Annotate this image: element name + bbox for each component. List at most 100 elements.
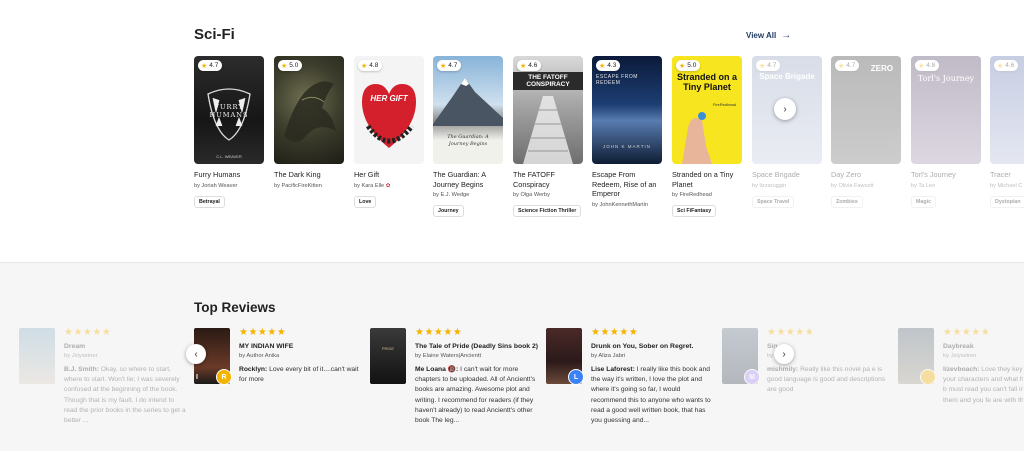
genre-tag[interactable]: Zombies — [831, 195, 863, 208]
book-card[interactable]: ★ 4.6 Tracer by Michael C Dystopian — [990, 56, 1024, 208]
hand-illustration — [682, 112, 712, 164]
genre-tag[interactable]: Space Travel — [752, 195, 795, 208]
book-card[interactable]: ★ 4.3 ESCAPE FROM REDEEM JOHN K MARTIN Es… — [592, 56, 662, 209]
review-text: Lise Laforest: I really like this book a… — [591, 366, 711, 425]
book-cover[interactable]: ★ 4.7 ZERO — [831, 56, 901, 164]
book-title[interactable]: The Dark King — [274, 170, 344, 180]
section-title: Sci-Fi — [194, 26, 235, 43]
book-title[interactable]: Day Zero — [831, 170, 901, 180]
book-author[interactable]: by PacificFireKitten — [274, 183, 344, 190]
book-title[interactable]: The Guardian: A Journey Begins — [433, 170, 503, 189]
review-book-author[interactable]: by Jxiyseiner — [943, 353, 1023, 359]
book-title[interactable]: Stranded on a Tiny Planet — [672, 170, 742, 189]
review-book-title[interactable]: The Tale of Pride (Deadly Sins book 2) — [415, 342, 540, 351]
book-cover[interactable]: ★ 4.6 — [990, 56, 1024, 164]
heart-illustration — [362, 84, 416, 148]
book-title[interactable]: Her Gift — [354, 170, 424, 180]
rating-badge: ★ 4.8 — [915, 60, 940, 71]
genre-tag[interactable]: Dystopian — [990, 195, 1024, 208]
view-all-link[interactable]: View All → — [746, 30, 791, 41]
book-cover[interactable]: ★ 5.0 Stranded on a Tiny Planet FireRedhe… — [672, 56, 742, 164]
review-body: ★★★★★ Drunk on You, Sober on Regret. by … — [591, 327, 716, 426]
book-author[interactable]: by lizzaruggin — [752, 183, 822, 190]
book-author[interactable]: by Joriah Weaver — [194, 183, 264, 190]
book-cover[interactable]: ★ 4.7 The Guardian: A Journey Begins — [433, 56, 503, 164]
book-card[interactable]: ★ 5.0 The Dark King by PacificFireKitten — [274, 56, 344, 190]
rating-badge: ★ 4.3 — [596, 60, 621, 71]
book-card[interactable]: ★ 4.7 The Guardian: A Journey Begins The … — [433, 56, 503, 217]
star-icon: ★ — [759, 62, 766, 70]
book-author[interactable]: by Michael C — [990, 183, 1024, 190]
book-card[interactable]: ★ 4.7 ZERO Day Zero by Olivia Fawcett Zom… — [831, 56, 901, 208]
review-text: mishmily: Really like this novel pa e is… — [767, 366, 886, 394]
book-author[interactable]: by JohnKennethMartin — [592, 202, 662, 209]
genre-tag[interactable]: Love — [354, 195, 377, 208]
star-rating: ★★★★★ — [239, 327, 287, 338]
review-book-title[interactable]: Drunk on You, Sober on Regret. — [591, 342, 716, 351]
review-book-author[interactable]: by Author Anika — [239, 353, 364, 359]
star-rating: ★★★★★ — [943, 327, 991, 338]
review-book-title[interactable]: MY INDIAN WIFE — [239, 342, 364, 351]
review-book-cover[interactable]: PRIDE — [370, 328, 406, 384]
review-text: Rocklyn: Love every bit of it....can't w… — [239, 366, 359, 384]
genre-tag[interactable]: Journey — [433, 205, 464, 217]
book-cover[interactable]: ★ 4.7 FURRY HUMANS C.L. WEAVER — [194, 56, 264, 164]
carousel-prev-button[interactable]: ‹ — [186, 344, 206, 364]
carousel-next-button[interactable]: › — [774, 98, 796, 120]
book-cover[interactable]: ★ 4.3 ESCAPE FROM REDEEM JOHN K MARTIN — [592, 56, 662, 164]
star-rating: ★★★★★ — [415, 327, 463, 338]
book-card[interactable]: ★ 4.7 Space Brigade Space Brigade by lizz… — [752, 56, 822, 208]
genre-tag[interactable]: Science Fiction Thriller — [513, 205, 582, 217]
star-icon: ★ — [918, 62, 925, 70]
reviewer-avatar[interactable]: L — [568, 369, 584, 385]
book-author[interactable]: by Olivia Fawcett — [831, 183, 901, 190]
carousel-next-button[interactable]: › — [774, 344, 794, 364]
book-author[interactable]: by Kara Elle ✿ — [354, 183, 424, 190]
review-book-author[interactable]: by Aliza Jabri — [591, 353, 716, 359]
genre-tag[interactable]: Magic — [911, 195, 937, 208]
book-title[interactable]: The FATOFF Conspiracy — [513, 170, 583, 189]
review-body: ★★★★★ The Tale of Pride (Deadly Sins boo… — [415, 327, 540, 426]
review-book-cover[interactable] — [19, 328, 55, 384]
review-book-title[interactable]: Daybreak — [943, 342, 1023, 351]
chevron-left-icon: ‹ — [194, 348, 198, 360]
book-card[interactable]: ★ 5.0 Stranded on a Tiny Planet FireRedhe… — [672, 56, 742, 217]
view-all-label: View All — [746, 31, 777, 40]
star-rating: ★★★★★ — [64, 327, 112, 338]
tape-measure-illustration — [523, 96, 573, 164]
review-body: ★★★★★ MY INDIAN WIFE by Author Anika Roc… — [239, 327, 364, 385]
book-author[interactable]: by E.J. Wedge — [433, 192, 503, 199]
book-card[interactable]: ★ 4.6 THE FATOFF CONSPIRACY The FATOFF Co… — [513, 56, 583, 217]
book-card[interactable]: ★ 4.8 HER GIFT Her Gift by Kara Elle ✿ Lo… — [354, 56, 424, 208]
book-cover[interactable]: ★ 4.8 HER GIFT — [354, 56, 424, 164]
star-rating: ★★★★★ — [767, 327, 815, 338]
book-cover[interactable]: ★ 5.0 — [274, 56, 344, 164]
book-card[interactable]: ★ 4.7 FURRY HUMANS C.L. WEAVER Furry Huma… — [194, 56, 264, 208]
genre-tag[interactable]: Sci FiFantasy — [672, 205, 717, 217]
reviewer-avatar[interactable] — [920, 369, 936, 385]
review-text: B.J. Smith: Okay, so where to start, whe… — [64, 366, 186, 425]
review-body: ★★★★★ Daybreak by Jxiyseiner lizevboach:… — [943, 327, 1023, 406]
star-icon: ★ — [997, 62, 1004, 70]
book-title[interactable]: Space Brigade — [752, 170, 822, 180]
reviewer-avatar[interactable]: M — [744, 369, 760, 385]
chevron-right-icon: › — [782, 348, 786, 360]
reviewer-avatar[interactable]: R — [216, 369, 232, 385]
review-body: ★★★★★ Dream by Jxiyseiner B.J. Smith: Ok… — [64, 327, 189, 426]
book-title[interactable]: Tracer — [990, 170, 1024, 180]
book-card[interactable]: ★ 4.8 Torl's Journey Torl's Journey by Ta… — [911, 56, 981, 208]
book-title[interactable]: Escape From Redeem, Rise of an Emperor — [592, 170, 662, 199]
review-book-author[interactable]: by Jxiyseiner — [64, 353, 189, 359]
book-title[interactable]: Torl's Journey — [911, 170, 981, 180]
book-cover[interactable]: ★ 4.8 Torl's Journey — [911, 56, 981, 164]
genre-tag[interactable]: Betrayal — [194, 195, 225, 208]
book-author[interactable]: by Ta Leo — [911, 183, 981, 190]
book-cover[interactable]: ★ 4.6 THE FATOFF CONSPIRACY — [513, 56, 583, 164]
review-book-author[interactable]: by Elaine Waters|Ancientt — [415, 353, 540, 359]
book-title[interactable]: Furry Humans — [194, 170, 264, 180]
scifi-section: Sci-Fi View All → ★ 4.7 FURRY HUMANS C.L.… — [0, 0, 1024, 262]
book-author[interactable]: by Olga Werby — [513, 192, 583, 199]
dragon-illustration — [284, 81, 336, 142]
review-book-title[interactable]: Dream — [64, 342, 189, 351]
book-author[interactable]: by FireRedhead — [672, 192, 742, 199]
